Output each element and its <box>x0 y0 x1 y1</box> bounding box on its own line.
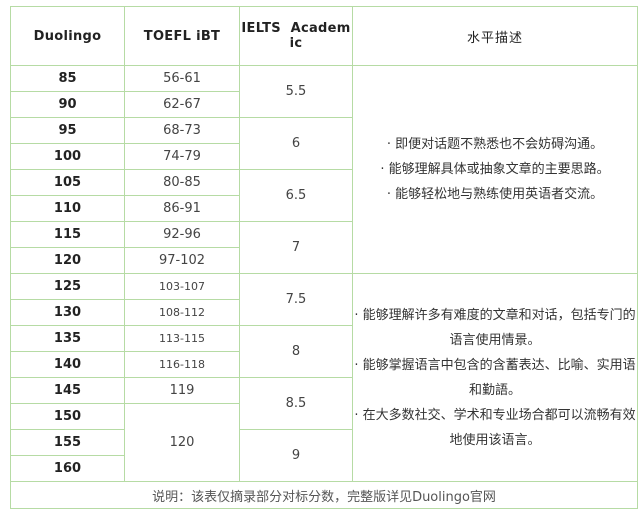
toefl-score: 62-67 <box>124 91 240 118</box>
toefl-score: 108-112 <box>124 299 240 326</box>
ielts-score: 6 <box>239 117 353 170</box>
desc-line: · 在大多数社交、学术和专业场合都可以流畅有效地使用该语言。 <box>354 407 636 448</box>
duolingo-score: 85 <box>10 65 125 92</box>
toefl-score: 113-115 <box>124 325 240 352</box>
toefl-score: 74-79 <box>124 143 240 170</box>
header-duolingo: Duolingo <box>10 6 125 66</box>
score-comparison-table: Duolingo TOEFL iBT IELTS Academ ic 水平描述 … <box>10 6 638 509</box>
toefl-score: 68-73 <box>124 117 240 144</box>
desc-line: · 即便对话题不熟悉也不会妨碍沟通。 <box>386 137 604 152</box>
duolingo-score: 145 <box>10 377 125 404</box>
toefl-score: 56-61 <box>124 65 240 92</box>
duolingo-score: 125 <box>10 273 125 300</box>
note-row: 说明：该表仅摘录部分对标分数，完整版详见Duolingo官网 <box>10 481 638 509</box>
header-description: 水平描述 <box>352 6 638 66</box>
desc-line: · 能够理解具体或抽象文章的主要思路。 <box>380 162 610 177</box>
duolingo-score: 95 <box>10 117 125 144</box>
duolingo-score: 130 <box>10 299 125 326</box>
duolingo-score: 150 <box>10 403 125 430</box>
toefl-score: 80-85 <box>124 169 240 196</box>
desc-line: · 能够掌握语言中包含的含蓄表达、比喻、实用语和勤語。 <box>354 357 636 398</box>
ielts-score: 5.5 <box>239 65 353 118</box>
ielts-score: 9 <box>239 429 353 482</box>
duolingo-score: 110 <box>10 195 125 222</box>
toefl-score: 97-102 <box>124 247 240 274</box>
table-row: 125 103-107 7.5 · 能够理解许多有难度的文章和对话，包括专门的语… <box>10 273 638 482</box>
duolingo-score: 115 <box>10 221 125 248</box>
duolingo-score: 160 <box>10 455 125 482</box>
header-ielts-line1: IELTS Academ <box>241 21 351 36</box>
header-row: Duolingo TOEFL iBT IELTS Academ ic 水平描述 <box>10 6 638 66</box>
ielts-score: 8.5 <box>239 377 353 430</box>
toefl-score: 119 <box>124 377 240 404</box>
toefl-score: 86-91 <box>124 195 240 222</box>
toefl-score: 103-107 <box>124 273 240 300</box>
ielts-score: 6.5 <box>239 169 353 222</box>
duolingo-score: 140 <box>10 351 125 378</box>
desc-line: · 能够轻松地与熟练使用英语者交流。 <box>386 187 604 202</box>
level-description-1: · 即便对话题不熟悉也不会妨碍沟通。 · 能够理解具体或抽象文章的主要思路。 ·… <box>352 65 638 274</box>
duolingo-score: 105 <box>10 169 125 196</box>
header-ielts-line2: ic <box>289 36 303 51</box>
header-ielts: IELTS Academ ic <box>239 6 353 66</box>
toefl-score: 92-96 <box>124 221 240 248</box>
score-table-container: Duolingo TOEFL iBT IELTS Academ ic 水平描述 … <box>10 6 638 509</box>
duolingo-score: 135 <box>10 325 125 352</box>
desc-line: · 能够理解许多有难度的文章和对话，包括专门的语言使用情景。 <box>354 307 636 348</box>
ielts-score: 7 <box>239 221 353 274</box>
ielts-score: 7.5 <box>239 273 353 326</box>
duolingo-score: 90 <box>10 91 125 118</box>
duolingo-score: 120 <box>10 247 125 274</box>
duolingo-score: 155 <box>10 429 125 456</box>
level-description-2: · 能够理解许多有难度的文章和对话，包括专门的语言使用情景。 · 能够掌握语言中… <box>352 273 638 482</box>
toefl-score: 120 <box>124 403 240 482</box>
toefl-score: 116-118 <box>124 351 240 378</box>
table-note: 说明：该表仅摘录部分对标分数，完整版详见Duolingo官网 <box>10 481 638 509</box>
duolingo-score: 100 <box>10 143 125 170</box>
header-toefl: TOEFL iBT <box>124 6 240 66</box>
ielts-score: 8 <box>239 325 353 378</box>
table-row: 85 56-61 5.5 · 即便对话题不熟悉也不会妨碍沟通。 · 能够理解具体… <box>10 65 638 274</box>
